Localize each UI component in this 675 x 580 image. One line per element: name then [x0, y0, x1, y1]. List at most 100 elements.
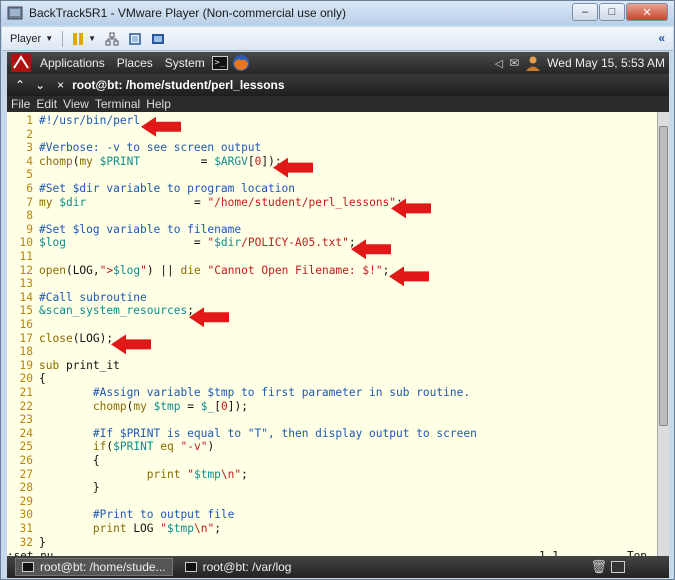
code-token: $log	[113, 263, 141, 277]
code-line: 3 #Verbose: -v to see screen output	[7, 141, 261, 155]
code-line: 7 my $dir = "/home/student/perl_lessons";	[7, 196, 403, 210]
pause-button[interactable]: ▼	[72, 32, 96, 46]
player-label: Player	[10, 32, 42, 45]
code-token: ) ||	[146, 263, 181, 277]
vmware-window: BackTrack5R1 - VMware Player (Non-commer…	[0, 0, 675, 580]
code-line: 32}	[7, 536, 46, 550]
code-token: "	[187, 467, 194, 481]
code-token: $PRINT	[99, 154, 141, 168]
close-button[interactable]: ✕	[626, 3, 668, 21]
code-token: $dir	[214, 236, 242, 250]
firefox-icon[interactable]	[232, 54, 250, 72]
unity-button[interactable]	[151, 32, 165, 46]
code-line: 1 #!/usr/bin/perl	[7, 114, 140, 128]
terminal-icon	[184, 562, 197, 572]
code-line: 28 }	[7, 481, 100, 495]
window-title-bar[interactable]: BackTrack5R1 - VMware Player (Non-commer…	[1, 1, 674, 25]
menu-places[interactable]: Places	[114, 56, 156, 70]
line-number: 19	[19, 358, 33, 372]
line-number: 1	[26, 114, 33, 127]
vim-editor[interactable]: 1 #!/usr/bin/perl 2 3 #Verbose: -v to see sc…	[7, 112, 657, 556]
task-label: root@bt: /var/log	[202, 560, 292, 574]
pause-icon	[73, 32, 84, 45]
code-line: 19 sub print_it	[7, 359, 120, 373]
terminal-title: root@bt: /home/student/perl_lessons	[72, 78, 285, 92]
code-line: 8	[7, 209, 39, 223]
code-line: 9 #Set $log variable to filename	[7, 223, 241, 237]
mail-icon[interactable]: ✉	[509, 56, 519, 70]
line-number: 23	[19, 413, 33, 427]
line-number: 24	[19, 426, 33, 440]
line-number: 29	[19, 494, 33, 508]
line-number: 32	[19, 535, 33, 549]
user-icon[interactable]	[525, 55, 541, 71]
code-line: 27 print "$tmp\n";	[7, 468, 248, 482]
line-number: 8	[26, 209, 33, 223]
line-number: 7	[26, 195, 33, 209]
maximize-button[interactable]: □	[599, 3, 625, 21]
code-line: 11	[7, 250, 39, 264]
task-terminal-log[interactable]: root@bt: /var/log	[179, 558, 298, 576]
close-icon[interactable]: ×	[57, 78, 64, 92]
network-button[interactable]	[105, 32, 119, 46]
chevron-down-icon[interactable]: ⌄	[35, 78, 45, 92]
minimize-button[interactable]: –	[572, 3, 598, 21]
code-line: 13	[7, 277, 39, 291]
menu-edit[interactable]: Edit	[36, 97, 57, 111]
menu-help[interactable]: Help	[146, 97, 171, 111]
line-number: 5	[26, 168, 33, 182]
line-number: 25	[19, 440, 33, 454]
chevron-up-icon[interactable]: ⌃	[15, 78, 25, 92]
gnome-top-panel: Applications Places System >_ ◁ ✉ Wed Ma…	[7, 52, 669, 74]
code-token: =	[180, 399, 201, 413]
terminal-title-bar[interactable]: ⌃ ⌄ × root@bt: /home/student/perl_lesson…	[7, 74, 669, 96]
code-line: 29	[7, 495, 39, 509]
fullscreen-button[interactable]	[128, 32, 142, 46]
toolbar-divider	[62, 30, 64, 47]
trash-icon[interactable]: 🗑	[590, 559, 607, 575]
player-menu-button[interactable]: Player ▼	[10, 33, 53, 45]
code-token: #!/usr/bin/perl	[39, 114, 141, 127]
code-token: $tmp	[167, 522, 194, 535]
code-token: die	[180, 263, 201, 277]
collapse-toolbar-button[interactable]: «	[658, 31, 665, 45]
menu-view[interactable]: View	[63, 97, 89, 111]
line-number: 11	[19, 250, 33, 263]
code-token: )	[207, 440, 215, 454]
terminal-launcher-icon[interactable]: >_	[211, 56, 228, 70]
terminal-scrollbar[interactable]	[657, 112, 669, 556]
menu-system[interactable]: System	[162, 56, 208, 70]
code-token: &scan_system_resources	[39, 304, 188, 318]
line-number: 27	[19, 467, 33, 481]
code-token: my	[79, 154, 93, 168]
menu-applications[interactable]: Applications	[37, 56, 108, 70]
scroll-thumb[interactable]	[659, 126, 668, 426]
line-number: 17	[19, 331, 33, 345]
code-token: $tmp	[193, 467, 221, 481]
line-number: 4	[26, 154, 33, 168]
code-token: #Call subroutine	[39, 290, 147, 304]
task-terminal-perl[interactable]: root@bt: /home/stude...	[15, 558, 173, 576]
code-token: LOG	[126, 522, 161, 535]
menu-file[interactable]: File	[11, 97, 30, 111]
clock-datetime[interactable]: Wed May 15, 5:53 AM	[547, 56, 665, 70]
code-line: 25 if($PRINT eq "-v")	[7, 440, 215, 454]
code-token: chomp	[92, 399, 127, 413]
code-token: #Set $dir variable to program location	[39, 182, 295, 195]
show-desktop-icon[interactable]	[611, 561, 625, 573]
volume-icon[interactable]: ◁	[495, 57, 503, 70]
code-line: 15 &scan_system_resources;	[7, 304, 194, 318]
code-token: \n"	[193, 522, 215, 535]
code-token: #Assign variable $tmp to first parameter…	[92, 386, 471, 399]
code-token: my	[39, 195, 53, 209]
line-number: 9	[26, 222, 33, 236]
unity-icon	[152, 33, 165, 44]
line-number: 12	[19, 263, 33, 277]
menu-terminal[interactable]: Terminal	[95, 97, 140, 111]
